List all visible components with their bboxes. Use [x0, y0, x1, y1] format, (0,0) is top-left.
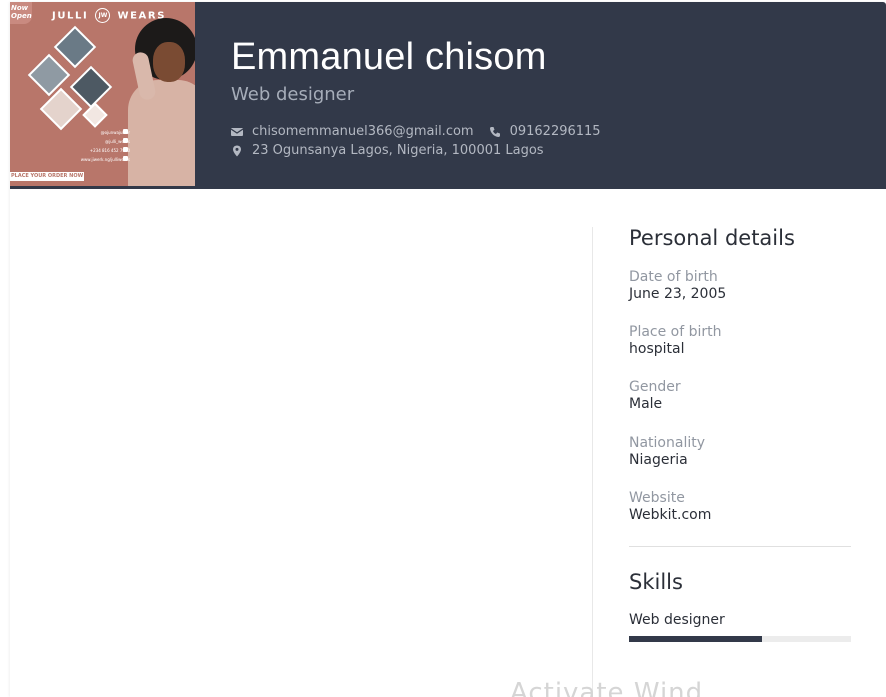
envelope-icon	[231, 127, 243, 136]
skill-name: Web designer	[629, 612, 725, 628]
facebook-icon	[123, 129, 128, 134]
resume-page: Now Open JULLI JW WEARS @ojunwajullier @…	[10, 2, 886, 697]
address-text: 23 Ogunsanya Lagos, Nigeria, 100001 Lago…	[252, 143, 544, 158]
detail-gender: Gender Male	[629, 379, 681, 412]
person-face	[153, 42, 185, 82]
column-divider	[592, 227, 593, 697]
skills-heading: Skills	[629, 570, 683, 594]
phone-icon	[489, 126, 500, 137]
contact-row: chisomemmanuel366@gmail.com 09162296115	[231, 124, 601, 139]
photo-tile	[69, 65, 113, 109]
instagram-icon	[123, 138, 128, 143]
whatsapp-icon	[123, 147, 128, 152]
email-link[interactable]: chisomemmanuel366@gmail.com	[252, 124, 474, 139]
profile-photo: Now Open JULLI JW WEARS @ojunwajullier @…	[10, 2, 195, 186]
order-now-banner: PLACE YOUR ORDER NOW	[10, 172, 84, 181]
detail-place-of-birth: Place of birth hospital	[629, 324, 722, 357]
skill-level-bar	[629, 636, 851, 642]
detail-value: June 23, 2005	[629, 286, 727, 302]
now-open-badge: Now Open	[10, 2, 32, 24]
candidate-name: Emmanuel chisom	[231, 36, 547, 78]
sidebar: Personal details Date of birth June 23, …	[629, 226, 851, 642]
detail-label: Website	[629, 490, 685, 506]
address-row: 23 Ogunsanya Lagos, Nigeria, 100001 Lago…	[231, 143, 544, 158]
social-handles: @ojunwajullier @julli_wears +234 816 452…	[80, 130, 130, 162]
detail-date-of-birth: Date of birth June 23, 2005	[629, 269, 726, 302]
map-pin-icon	[233, 145, 241, 156]
section-divider	[629, 546, 851, 547]
detail-website: Website Webkit.com	[629, 490, 711, 523]
personal-details-heading: Personal details	[629, 226, 795, 250]
globe-icon	[123, 156, 128, 161]
phone-number[interactable]: 09162296115	[510, 124, 601, 139]
brand-logo: JULLI JW WEARS	[52, 8, 166, 23]
person-body	[128, 80, 195, 186]
candidate-title: Web designer	[231, 84, 355, 105]
detail-value: hospital	[629, 341, 685, 357]
activation-watermark: Activate Wind	[510, 678, 704, 697]
detail-nationality: Nationality Niageria	[629, 435, 705, 468]
detail-value: Niageria	[629, 452, 688, 468]
detail-label: Place of birth	[629, 324, 722, 340]
skill-level-fill	[629, 636, 763, 642]
resume-header: Now Open JULLI JW WEARS @ojunwajullier @…	[10, 2, 886, 189]
photo-tile	[53, 25, 97, 69]
photo-tile	[82, 102, 108, 128]
detail-label: Nationality	[629, 435, 706, 451]
social-icons	[123, 129, 129, 165]
detail-label: Date of birth	[629, 269, 718, 285]
detail-value: Male	[629, 396, 663, 412]
detail-label: Gender	[629, 379, 681, 395]
website-link[interactable]: Webkit.com	[629, 507, 711, 523]
